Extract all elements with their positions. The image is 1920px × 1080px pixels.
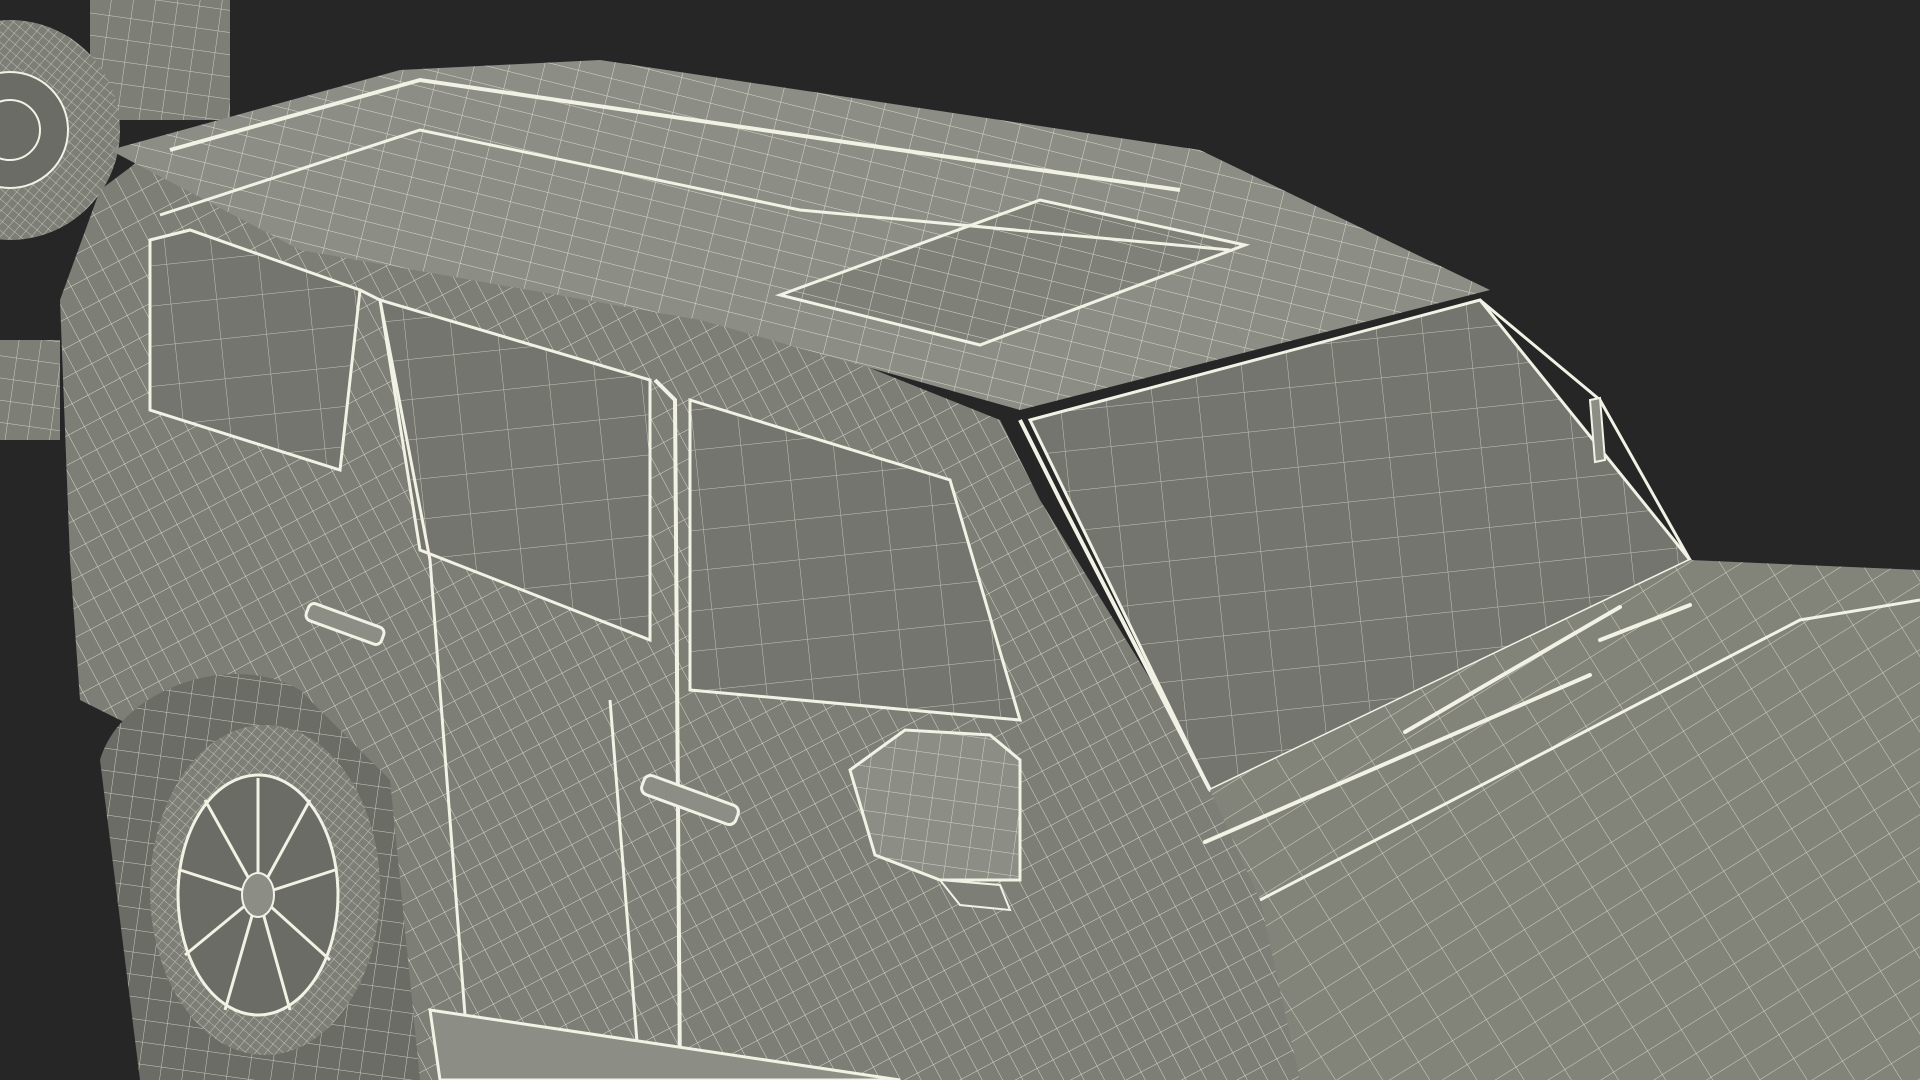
render-viewport (0, 0, 1920, 1080)
wireframe-scene (0, 0, 1920, 1080)
